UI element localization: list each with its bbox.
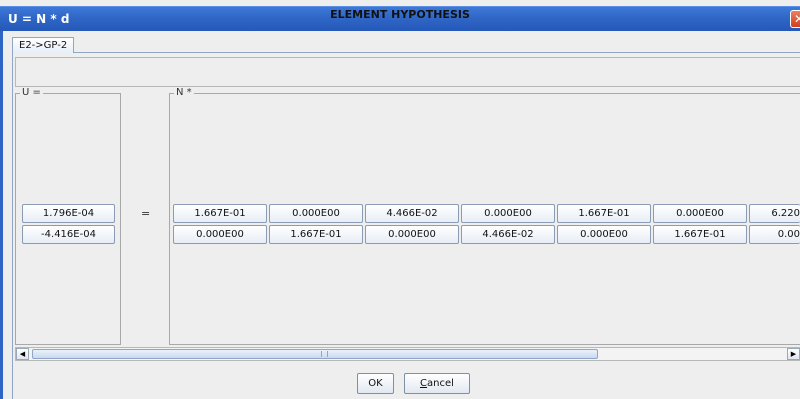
n-cell-r1-c2[interactable]: 0.000E00 <box>269 204 363 223</box>
horizontal-scrollbar[interactable]: ◀ ▶ <box>15 347 800 361</box>
n-group-label: N * <box>174 87 194 98</box>
tab-strip <box>3 31 800 51</box>
n-cell-r2-c3[interactable]: 0.000E00 <box>365 225 459 244</box>
u-value-1[interactable]: 1.796E-04 <box>22 204 115 223</box>
n-cell-r2-c1[interactable]: 0.000E00 <box>173 225 267 244</box>
n-cell-r1-c6[interactable]: 0.000E00 <box>653 204 747 223</box>
u-group-label: U = <box>20 87 43 98</box>
heading-bar <box>15 57 800 87</box>
scroll-left-icon[interactable]: ◀ <box>16 348 29 360</box>
n-cell-r2-c4[interactable]: 4.466E-02 <box>461 225 555 244</box>
cancel-button[interactable]: Cancel <box>404 373 470 394</box>
u-value-2[interactable]: -4.416E-04 <box>22 225 115 244</box>
n-cell-r1-c5[interactable]: 1.667E-01 <box>557 204 651 223</box>
n-cell-r1-c3[interactable]: 4.466E-02 <box>365 204 459 223</box>
equals-sign: = <box>141 207 151 220</box>
n-cell-r1-c4[interactable]: 0.000E00 <box>461 204 555 223</box>
page-title: ELEMENT HYPOTHESIS <box>330 8 470 21</box>
n-cell-r2-c2[interactable]: 1.667E-01 <box>269 225 363 244</box>
scroll-right-icon[interactable]: ▶ <box>787 348 800 360</box>
n-cell-r1-c7[interactable]: 6.220 <box>749 204 800 223</box>
tab-e2-gp2[interactable]: E2->GP-2 <box>12 37 75 53</box>
n-cell-r2-c5[interactable]: 0.000E00 <box>557 225 651 244</box>
window-border <box>0 31 3 399</box>
cancel-mnemonic: C <box>420 378 428 389</box>
n-cell-r1-c1[interactable]: 1.667E-01 <box>173 204 267 223</box>
dialog-window: U = N * d ✕ E2->GP-2 ELEMENT HYPOTHESIS … <box>0 0 800 399</box>
n-cell-r2-c7[interactable]: 0.00 <box>749 225 800 244</box>
n-cell-r2-c6[interactable]: 1.667E-01 <box>653 225 747 244</box>
cancel-label: ancel <box>427 378 454 389</box>
scrollbar-thumb[interactable] <box>32 349 598 359</box>
ok-button[interactable]: OK <box>357 373 394 394</box>
grip-icon <box>321 351 328 357</box>
